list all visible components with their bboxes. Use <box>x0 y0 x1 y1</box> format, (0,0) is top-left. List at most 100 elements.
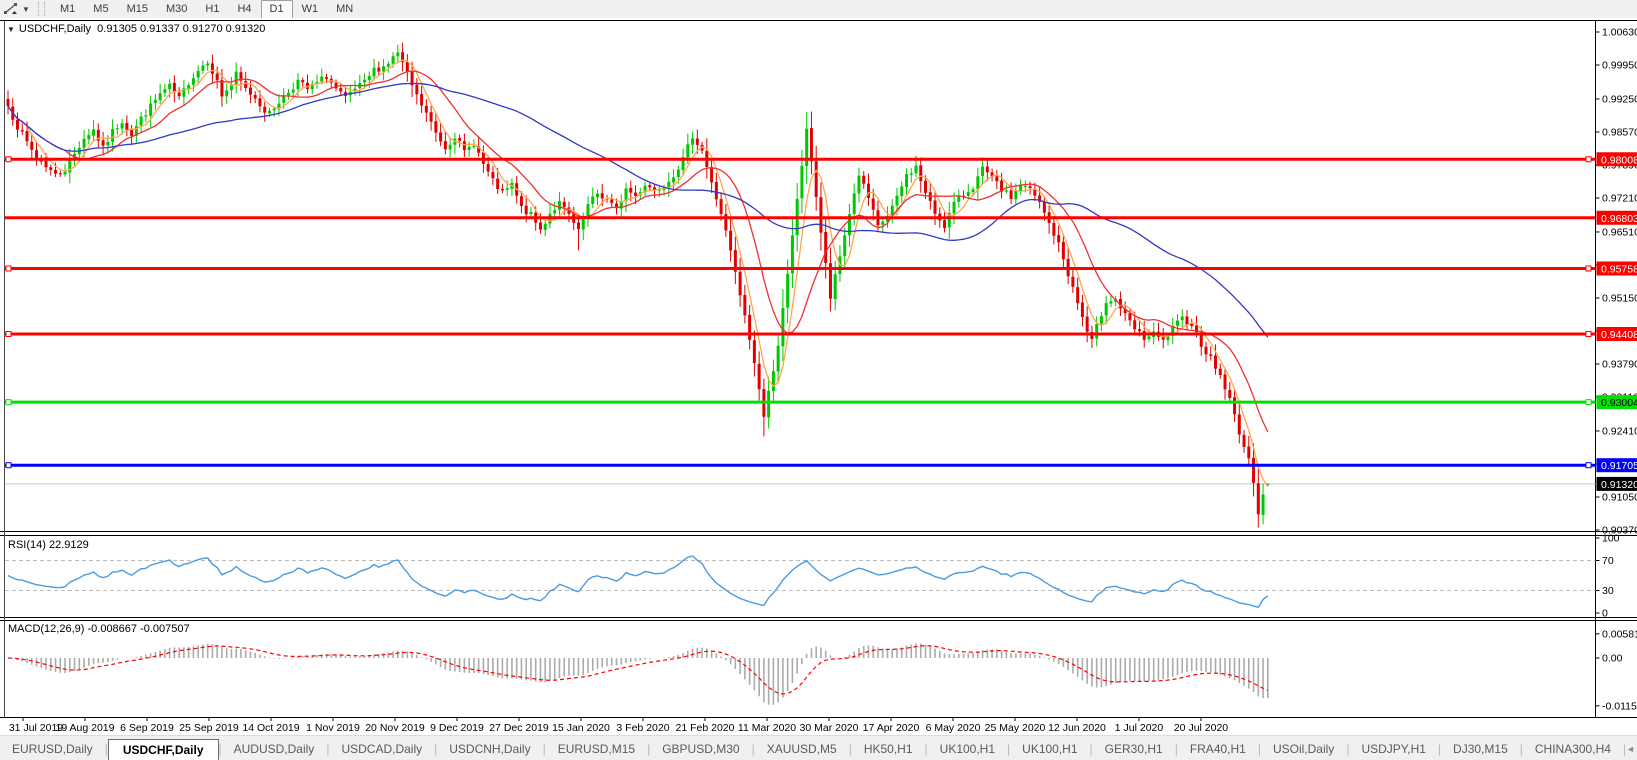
hline-0.98008[interactable] <box>5 156 1596 163</box>
candle-body <box>377 67 381 72</box>
chart-tab-fra40-h1[interactable]: FRA40,H1 <box>1178 739 1258 760</box>
chart-tab-eurusd-m15[interactable]: EURUSD,M15 <box>546 739 647 760</box>
toolbar-grip[interactable] <box>38 2 45 16</box>
candle-body <box>1104 303 1108 316</box>
candle-body <box>1133 320 1137 330</box>
main-pane[interactable] <box>5 42 1596 528</box>
hline-handle-right[interactable] <box>1585 331 1592 338</box>
timeframe-buttons: M1 M5 M15 M30 H1 H4 D1 W1 MN <box>51 0 362 19</box>
chart-tab-usdcnh-daily[interactable]: USDCNH,Daily <box>437 739 542 760</box>
hline-handle-right[interactable] <box>1585 156 1592 163</box>
timeframe-button-w1[interactable]: W1 <box>293 0 328 19</box>
hline-0.93004[interactable] <box>5 399 1596 406</box>
chart-tab-china300-h4[interactable]: CHINA300,H4 <box>1523 739 1623 760</box>
time-tick-label: 12 Jun 2020 <box>1048 722 1106 734</box>
chart-tab-xauusd-m5[interactable]: XAUUSD,M5 <box>755 739 849 760</box>
hline-handle-right[interactable] <box>1585 399 1592 406</box>
timeframe-button-d1[interactable]: D1 <box>260 0 293 19</box>
candle-body <box>529 212 533 215</box>
candle-body <box>1223 374 1227 390</box>
hline-handle-left[interactable] <box>5 265 12 272</box>
hline-0.95758[interactable] <box>5 265 1596 272</box>
candle-body <box>367 76 371 81</box>
chart-tab-eurusd-daily[interactable]: EURUSD,Daily <box>0 739 105 760</box>
hline-handle-left[interactable] <box>5 399 12 406</box>
candle-body <box>244 81 248 88</box>
price-tick-label: 0.93790 <box>1602 358 1637 370</box>
candle-body <box>1261 494 1265 515</box>
candle-body <box>6 98 10 107</box>
candle-body <box>1095 324 1099 339</box>
time-axis[interactable]: 31 Jul 201919 Aug 2019 6 Sep 2019 25 Sep 2… <box>9 718 1228 734</box>
timeframe-button-m1[interactable]: M1 <box>51 0 84 19</box>
hline-handle-left[interactable] <box>5 156 12 163</box>
price-tag-0.91705[interactable]: 0.91705 <box>1596 458 1637 473</box>
candle-body <box>767 390 771 418</box>
chart-tab-ger30-h1[interactable]: GER30,H1 <box>1093 739 1175 760</box>
chart-tab-uk100-h1[interactable]: UK100,H1 <box>1010 739 1089 760</box>
candle-body <box>519 196 523 206</box>
timeframe-button-m5[interactable]: M5 <box>84 0 117 19</box>
candle-body <box>272 108 276 111</box>
candle-body <box>286 92 290 96</box>
chart-tab-usdcad-daily[interactable]: USDCAD,Daily <box>329 739 434 760</box>
chart-tab-audusd-daily[interactable]: AUDUSD,Daily <box>222 739 327 760</box>
candle-body <box>595 193 599 198</box>
rsi-tick-label: 100 <box>1602 533 1620 545</box>
hline-handle-left[interactable] <box>5 331 12 338</box>
time-tick-label: 3 Feb 2020 <box>616 722 669 734</box>
candle-body <box>424 105 428 113</box>
line-studies-icon[interactable] <box>0 1 22 17</box>
hline-handle-left[interactable] <box>5 462 12 469</box>
chart-tab-hk50-h1[interactable]: HK50,H1 <box>852 739 925 760</box>
candle-body <box>149 103 153 116</box>
hline-0.94408[interactable] <box>5 331 1596 338</box>
chart-tab-dj30-m15[interactable]: DJ30,M15 <box>1441 739 1520 760</box>
candle-body <box>1214 355 1218 369</box>
candle-body <box>1237 414 1241 435</box>
candle-body <box>900 186 904 197</box>
hline-0.91705[interactable] <box>5 462 1596 469</box>
candle-body <box>672 177 676 183</box>
timeframe-button-h1[interactable]: H1 <box>196 0 228 19</box>
tab-scroll-left-icon[interactable]: ◄ <box>1626 744 1635 754</box>
dropdown-caret-icon[interactable]: ▼ <box>22 5 34 14</box>
price-tag-0.96803[interactable]: 0.96803 <box>1596 210 1637 225</box>
candle-body <box>111 128 115 142</box>
candle-body <box>729 230 733 251</box>
price-tag-text: 0.96803 <box>1601 213 1637 225</box>
price-tag-0.98008[interactable]: 0.98008 <box>1596 152 1637 167</box>
rsi-pane[interactable] <box>5 555 1596 609</box>
price-tag-0.94408[interactable]: 0.94408 <box>1596 327 1637 342</box>
timeframe-button-h4[interactable]: H4 <box>228 0 260 19</box>
candle-body <box>919 165 923 182</box>
price-tag-0.95758[interactable]: 0.95758 <box>1596 261 1637 276</box>
hline-handle-right[interactable] <box>1585 265 1592 272</box>
candle-body <box>58 173 62 175</box>
chart-tab-usdchf-daily[interactable]: USDCHF,Daily <box>107 739 219 760</box>
time-tick-label: 19 Aug 2019 <box>56 722 115 734</box>
chart-canvas[interactable]: 1.006300.999500.992500.985700.978900.972… <box>0 18 1637 736</box>
chart-window: 1.006300.999500.992500.985700.978900.972… <box>0 18 1637 736</box>
timeframe-button-m30[interactable]: M30 <box>157 0 196 19</box>
candle-body <box>1052 222 1056 236</box>
candle-body <box>776 345 780 372</box>
chart-tab-usdjpy-h1[interactable]: USDJPY,H1 <box>1349 739 1437 760</box>
candle-body <box>1233 397 1237 415</box>
timeframe-button-mn[interactable]: MN <box>327 0 362 19</box>
chart-tab-usoil-daily[interactable]: USOil,Daily <box>1261 739 1346 760</box>
macd-pane[interactable] <box>7 643 1269 705</box>
candle-body <box>25 131 29 142</box>
time-tick-label: 6 Sep 2019 <box>120 722 174 734</box>
hline-handle-right[interactable] <box>1585 462 1592 469</box>
price-tick-label: 0.98570 <box>1602 126 1637 138</box>
candle-body <box>16 119 20 130</box>
candle-body <box>339 88 343 92</box>
candle-body <box>486 164 490 172</box>
timeframe-button-m15[interactable]: M15 <box>118 0 157 19</box>
price-tag-0.93004[interactable]: 0.93004 <box>1596 395 1637 410</box>
chart-tab-gbpusd-m30[interactable]: GBPUSD,M30 <box>650 739 751 760</box>
candle-body <box>434 121 438 133</box>
candle-body <box>1228 389 1232 398</box>
chart-tab-uk100-h1[interactable]: UK100,H1 <box>928 739 1007 760</box>
